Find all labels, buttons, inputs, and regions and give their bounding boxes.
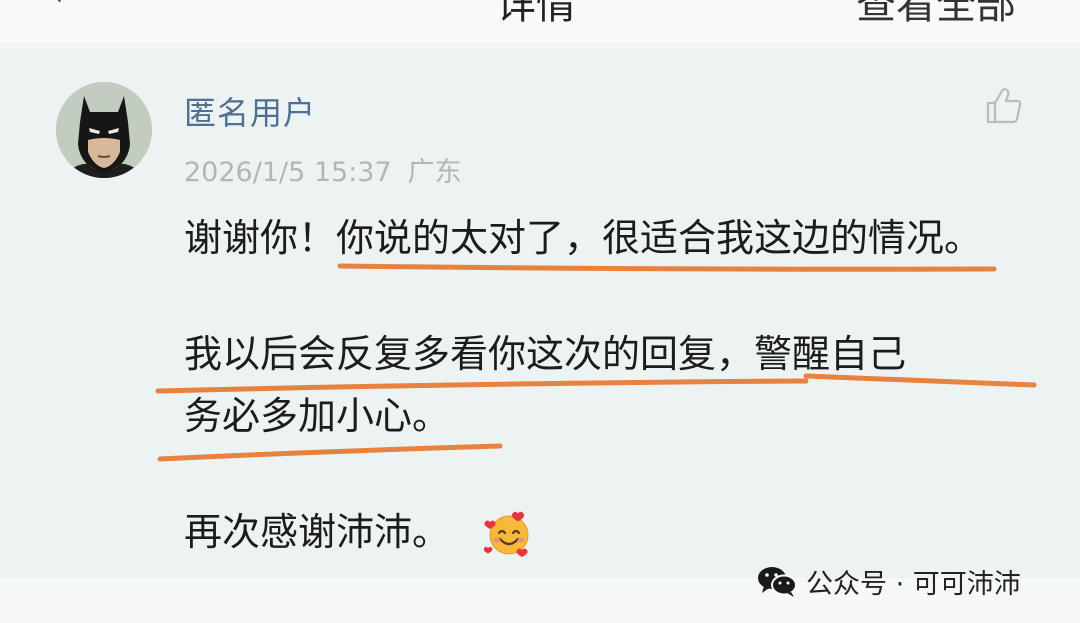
page-title: 详情 [496,0,576,28]
top-nav-bar: ‹ 详情 查看全部 [0,0,1080,45]
view-all-button[interactable]: 查看全部 [856,0,1016,30]
comment-card [0,48,1080,578]
location: 广东 [407,157,462,188]
back-arrow-icon[interactable]: ‹ [50,0,64,14]
watermark: 公众号 · 可可沛沛 [756,563,1021,600]
thumbs-up-icon[interactable] [984,86,1024,126]
watermark-text: 公众号 · 可可沛沛 [806,568,1021,600]
avatar[interactable] [56,82,152,178]
comment-paragraph-1: 谢谢你！你说的太对了，很适合我这边的情况。 [184,216,983,260]
comment-paragraph-3: 再次感谢沛沛。 [184,510,451,554]
comment-meta: 2026/1/5 15:37 广东 [184,150,462,189]
batman-avatar-icon [56,82,152,178]
timestamp: 2026/1/5 15:37 [184,157,392,188]
wechat-icon [758,567,797,597]
comment-paragraph-2-line-2: 务必多加小心。 [184,394,451,438]
username[interactable]: 匿名用户 [184,88,316,134]
smiling-face-with-hearts-icon [484,511,529,557]
comment-paragraph-2-line-1: 我以后会反复多看你这次的回复，警醒自己 [184,332,907,376]
